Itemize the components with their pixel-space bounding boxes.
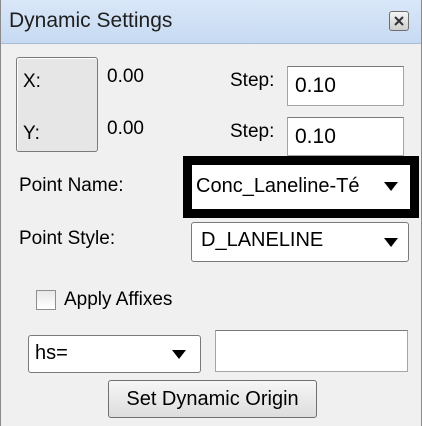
y-value: 0.00	[107, 118, 144, 139]
point-style-value: D_LANELINE	[201, 229, 324, 251]
point-name-label: Point Name:	[19, 175, 124, 196]
set-dynamic-origin-button[interactable]: Set Dynamic Origin	[108, 380, 317, 418]
point-style-label: Point Style:	[19, 228, 116, 249]
set-dynamic-origin-label: Set Dynamic Origin	[126, 387, 299, 410]
y-step-label: Step:	[230, 121, 275, 142]
x-value: 0.00	[107, 66, 144, 87]
x-step-input[interactable]: 0.10	[287, 66, 404, 106]
y-label: Y:	[23, 123, 40, 144]
chevron-down-icon	[384, 238, 398, 247]
dynamic-settings-window: Dynamic Settings X: Y: 0.00 0.00 Step: 0…	[0, 0, 422, 426]
window-title: Dynamic Settings	[9, 9, 173, 32]
y-step-input[interactable]: 0.10	[287, 117, 404, 156]
x-label: X:	[23, 71, 41, 92]
x-step-label: Step:	[230, 70, 275, 91]
close-button[interactable]	[389, 11, 409, 31]
close-icon	[394, 16, 404, 26]
prefix-value: hs=	[35, 342, 68, 364]
point-style-dropdown[interactable]: D_LANELINE	[191, 222, 409, 262]
highlight-annotation-frame	[183, 156, 419, 218]
apply-affixes-label: Apply Affixes	[64, 289, 173, 310]
apply-affixes-checkbox[interactable]	[36, 290, 56, 310]
title-bar[interactable]: Dynamic Settings	[1, 0, 421, 44]
affix-text-input[interactable]	[215, 330, 408, 372]
chevron-down-icon	[172, 350, 186, 359]
xy-lock-button[interactable]: X: Y:	[16, 57, 98, 152]
prefix-dropdown[interactable]: hs=	[28, 335, 201, 373]
